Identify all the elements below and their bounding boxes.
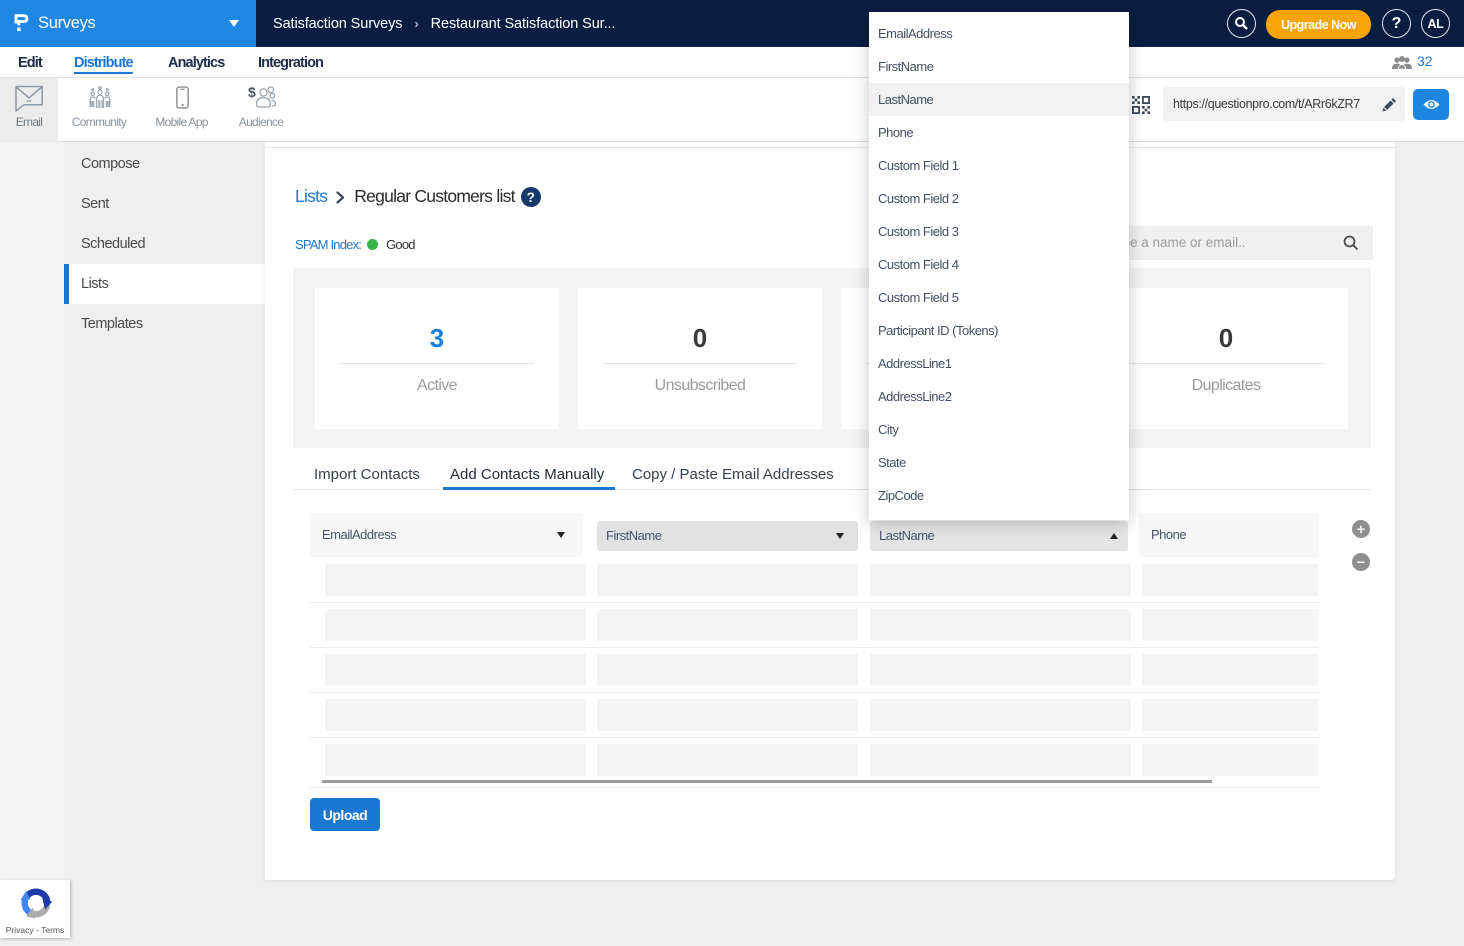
svg-text:$: $ [248,84,256,100]
